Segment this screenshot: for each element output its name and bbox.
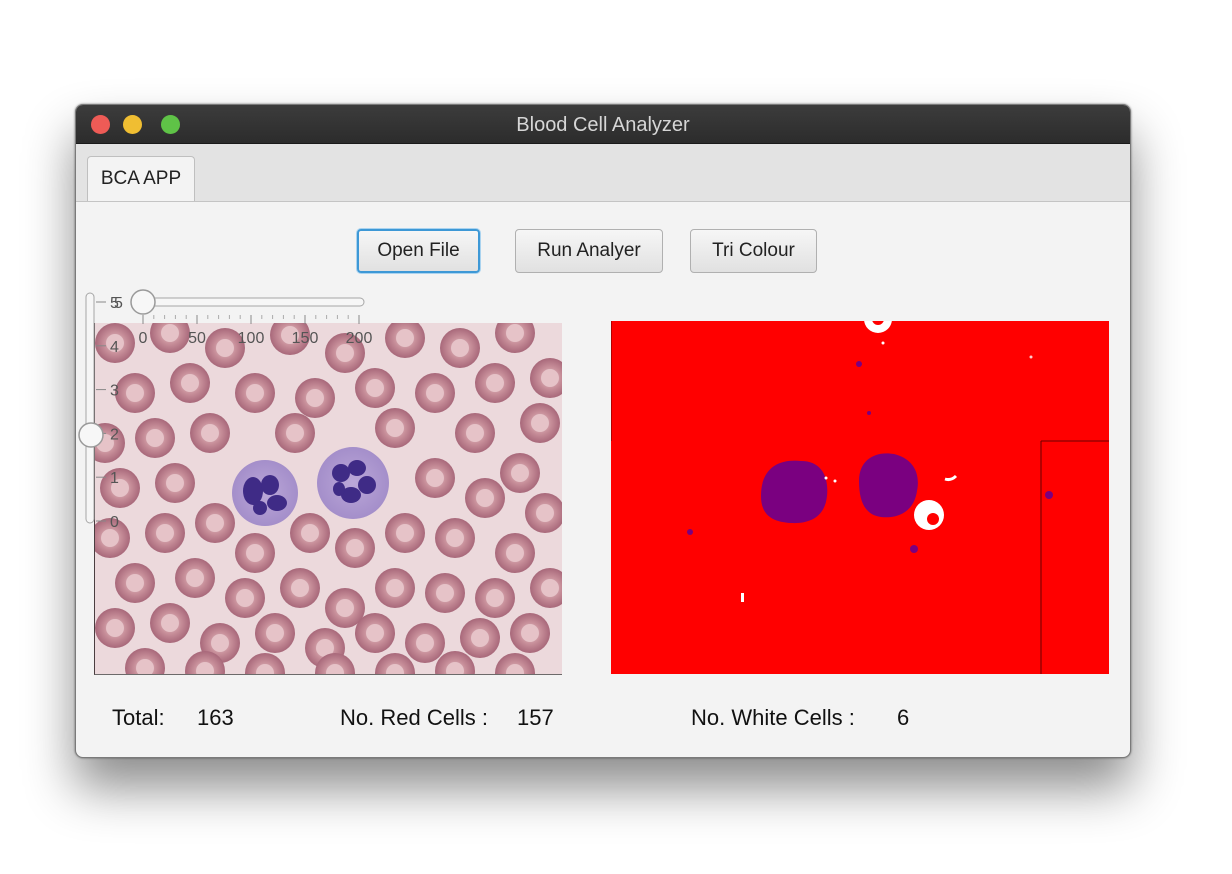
red-blood-cell-center <box>346 539 364 557</box>
app-window: Blood Cell Analyzer BCA APP Open File Ru… <box>75 104 1131 758</box>
red-cells-label: No. Red Cells : <box>340 705 488 730</box>
red-blood-cell-center <box>291 579 309 597</box>
horizontal-slider[interactable]: 0 50 100 150 200 <box>130 289 373 347</box>
window-title: Blood Cell Analyzer <box>516 114 690 136</box>
red-blood-cell-center <box>266 624 284 642</box>
red-blood-cell-center <box>396 329 414 347</box>
slider-overlay: 012345 0 50 100 150 200 5 <box>78 289 373 531</box>
red-blood-cell-center <box>386 579 404 597</box>
red-blood-cell-center <box>336 599 354 617</box>
red-blood-cell-center <box>471 629 489 647</box>
vertical-slider-tick-label: 3 <box>110 383 119 400</box>
red-blood-cell-center <box>236 589 254 607</box>
red-blood-cell-center <box>161 614 179 632</box>
red-blood-cell-center <box>366 624 384 642</box>
red-blood-cell-center <box>211 634 229 652</box>
red-blood-cell-center <box>476 489 494 507</box>
vertical-slider-tick-label: 1 <box>110 470 119 487</box>
horizontal-slider-tick-label: 200 <box>346 330 373 347</box>
vertical-slider-thumb[interactable] <box>78 422 104 448</box>
horizontal-slider-thumb[interactable] <box>130 289 156 315</box>
red-blood-cell-center <box>451 339 469 357</box>
red-blood-cell-center <box>506 544 524 562</box>
red-blood-cell-center <box>416 634 434 652</box>
red-blood-cell-center <box>531 414 549 432</box>
red-blood-cell-center <box>541 369 559 387</box>
run-analyzer-button[interactable]: Run Analyer <box>515 229 663 273</box>
red-blood-cell-center <box>486 589 504 607</box>
red-blood-cell-center <box>511 464 529 482</box>
white-cells-value: 6 <box>897 705 910 730</box>
tab-bca-app[interactable]: BCA APP <box>87 156 195 201</box>
horizontal-slider-tick-label: 150 <box>292 330 319 347</box>
vertical-slider-tick-label: 4 <box>110 339 119 356</box>
red-blood-cell-center <box>536 504 554 522</box>
tri-colour-button[interactable]: Tri Colour <box>690 229 817 273</box>
red-blood-cell-center <box>466 424 484 442</box>
vertical-slider[interactable]: 012345 <box>78 292 119 531</box>
total-label: Total: <box>112 705 165 730</box>
title-bar: Blood Cell Analyzer <box>76 105 1130 144</box>
red-blood-cell-center <box>506 324 524 342</box>
open-file-button[interactable]: Open File <box>357 229 480 273</box>
red-blood-cell-center <box>106 619 124 637</box>
red-blood-cell-center <box>541 579 559 597</box>
horizontal-slider-tick-label: 0 <box>139 330 148 347</box>
white-cells-label: No. White Cells : <box>691 705 855 730</box>
red-cells-value: 157 <box>517 705 554 730</box>
vertical-slider-tick-label: 0 <box>110 514 119 531</box>
red-blood-cell-center <box>486 374 504 392</box>
red-blood-cell-center <box>426 469 444 487</box>
tab-bar: BCA APP <box>76 144 1130 202</box>
red-blood-cell-center <box>186 569 204 587</box>
red-blood-cell-center <box>446 529 464 547</box>
horizontal-slider-tick-label: 50 <box>188 330 206 347</box>
red-blood-cell-center <box>126 574 144 592</box>
slider-extra-label: 5 <box>114 295 123 312</box>
red-blood-cell-center <box>426 384 444 402</box>
red-blood-cell-center <box>246 544 264 562</box>
horizontal-slider-tick-label: 100 <box>238 330 265 347</box>
red-blood-cell-center <box>521 624 539 642</box>
result-image <box>610 305 1109 674</box>
red-blood-cell-center <box>396 524 414 542</box>
vertical-slider-tick-label: 2 <box>110 426 119 443</box>
tri-colour-image <box>610 305 1109 674</box>
red-blood-cell-center <box>436 584 454 602</box>
total-value: 163 <box>197 705 234 730</box>
